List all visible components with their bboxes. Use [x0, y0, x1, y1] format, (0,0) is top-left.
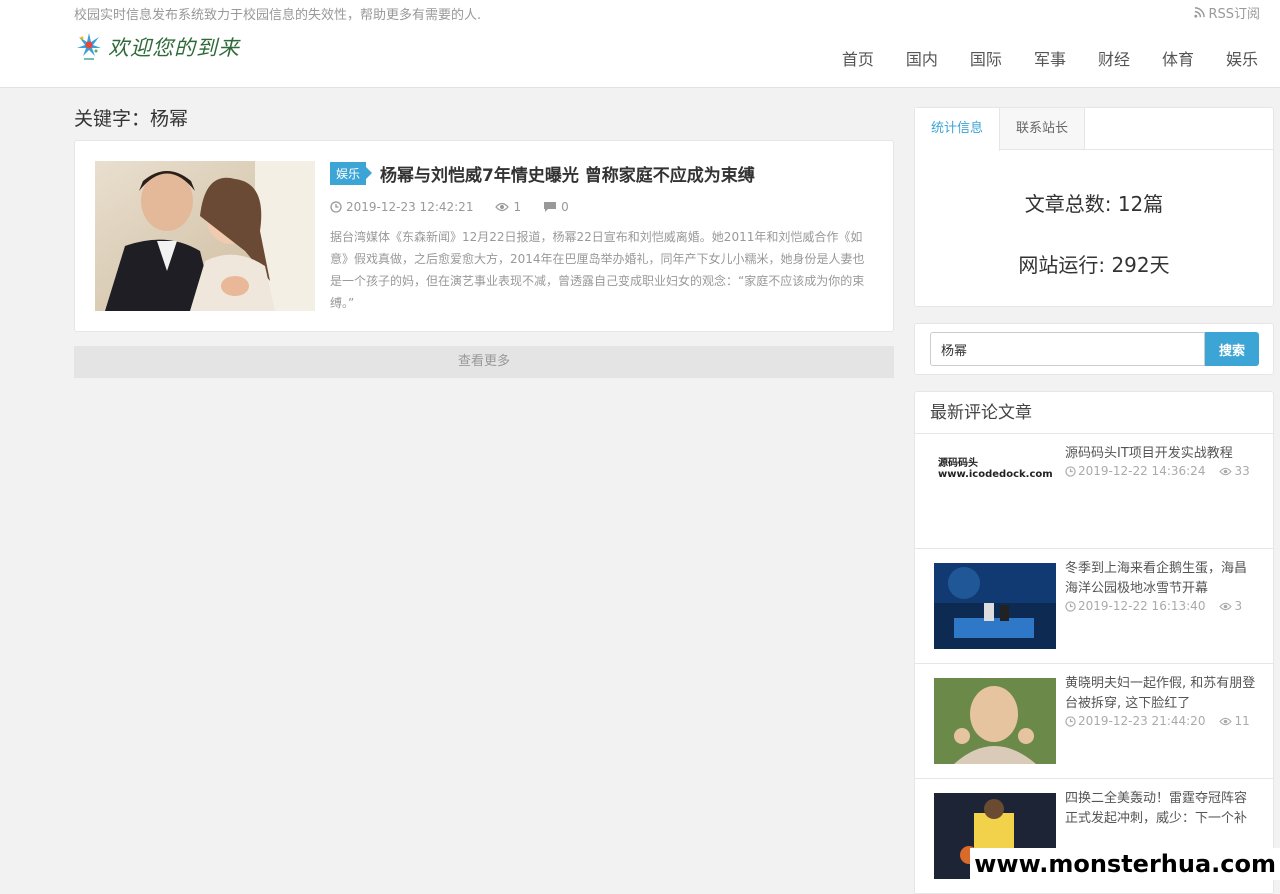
site-header: 校园实时信息发布系统致力于校园信息的失效性，帮助更多有需要的人. RSS订阅 欢…	[0, 0, 1280, 88]
recent-articles-title: 最新评论文章	[915, 392, 1273, 434]
eye-icon	[1219, 717, 1233, 725]
recent-views-count: 11	[1234, 714, 1250, 728]
recent-date: 2019-12-22 14:36:24	[1065, 464, 1205, 478]
sidebar: 统计信息 联系站长 文章总数: 12篇 网站运行: 292天 搜索 最新评论文章…	[914, 107, 1274, 894]
recent-date-text: 2019-12-22 16:13:40	[1078, 599, 1206, 613]
article-title-row: 娱乐 杨幂与刘恺威7年情史曝光 曾称家庭不应成为束缚	[330, 161, 873, 186]
rss-label: RSS订阅	[1208, 7, 1260, 22]
recent-title[interactable]: 黄晓明夫妇一起作假, 和苏有朋登台被拆穿, 这下脸红了	[1065, 674, 1258, 714]
recent-views: 33	[1219, 464, 1250, 478]
article-comments: 0	[543, 200, 569, 214]
recent-thumbnail[interactable]: 源码码头 www.icodedock.com	[934, 448, 1056, 534]
run-days: 网站运行: 292天	[1018, 253, 1170, 277]
article-date-text: 2019-12-23 12:42:21	[346, 200, 474, 214]
tab-statistics[interactable]: 统计信息	[915, 108, 1001, 151]
recent-date-text: 2019-12-23 21:44:20	[1078, 714, 1206, 728]
article-title[interactable]: 杨幂与刘恺威7年情史曝光 曾称家庭不应成为束缚	[380, 161, 755, 186]
stats-tabs: 统计信息 联系站长	[915, 108, 1273, 151]
list-item[interactable]: 源码码头 www.icodedock.com 源码码头IT项目开发实战教程 20…	[915, 434, 1273, 549]
recent-views-count: 33	[1234, 464, 1250, 478]
stats-panel: 统计信息 联系站长 文章总数: 12篇 网站运行: 292天	[914, 107, 1274, 307]
article-summary: 据台湾媒体《东森新闻》12月22日报道，杨幂22日宣布和刘恺威离婚。她2011年…	[330, 230, 865, 310]
nav-item-home[interactable]: 首页	[826, 46, 890, 70]
eye-icon	[1219, 467, 1233, 475]
nav-item-finance[interactable]: 财经	[1082, 46, 1146, 70]
recent-meta: 2019-12-22 16:13:40 3	[1065, 599, 1242, 613]
site-slogan: 校园实时信息发布系统致力于校园信息的失效性，帮助更多有需要的人.	[74, 8, 482, 23]
recent-meta: 2019-12-23 21:44:20 11	[1065, 714, 1250, 728]
thumb-caption-1: 源码码头	[938, 458, 978, 469]
nav-item-international[interactable]: 国际	[954, 46, 1018, 70]
site-logo[interactable]: 欢迎您的到来	[76, 32, 240, 62]
recent-date: 2019-12-22 16:13:40	[1065, 599, 1205, 613]
main-content: 关键字：杨幂 娱乐 杨幂与刘恺威7年情史曝光 曾称家庭不应成为束缚 2019-1…	[74, 106, 894, 378]
logo-text: 欢迎您的到来	[108, 36, 240, 60]
article-meta: 2019-12-23 12:42:21 1 0	[330, 200, 873, 214]
search-input[interactable]	[930, 332, 1205, 366]
eye-icon	[495, 202, 510, 212]
recent-articles-panel: 最新评论文章 源码码头 www.icodedock.com 源码码头IT项目开发…	[914, 391, 1274, 894]
article-card: 娱乐 杨幂与刘恺威7年情史曝光 曾称家庭不应成为束缚 2019-12-23 12…	[74, 140, 894, 332]
thumb-caption-2: www.icodedock.com	[938, 469, 1053, 480]
load-more-button[interactable]: 查看更多	[74, 346, 894, 378]
recent-title[interactable]: 源码码头IT项目开发实战教程	[1065, 444, 1258, 464]
list-item[interactable]: 黄晓明夫妇一起作假, 和苏有朋登台被拆穿, 这下脸红了 2019-12-23 2…	[915, 664, 1273, 779]
nav-item-entertainment[interactable]: 娱乐	[1210, 46, 1274, 70]
clock-icon	[330, 201, 342, 213]
recent-thumbnail[interactable]	[934, 563, 1056, 649]
eye-icon	[1219, 602, 1233, 610]
article-content: 娱乐 杨幂与刘恺威7年情史曝光 曾称家庭不应成为束缚 2019-12-23 12…	[330, 161, 873, 314]
recent-views: 3	[1219, 599, 1242, 613]
nav-item-domestic[interactable]: 国内	[890, 46, 954, 70]
rss-link[interactable]: RSS订阅	[1194, 3, 1260, 22]
article-views: 1	[495, 200, 521, 214]
article-thumbnail[interactable]	[95, 161, 315, 311]
recent-date: 2019-12-23 21:44:20	[1065, 714, 1205, 728]
article-comments-count: 0	[561, 200, 569, 214]
clock-icon	[1065, 465, 1076, 477]
list-item[interactable]: 冬季到上海来看企鹅生蛋，海昌海洋公园极地冰雪节开幕 2019-12-22 16:…	[915, 549, 1273, 664]
keyword-title: 关键字：杨幂	[74, 108, 189, 130]
recent-title[interactable]: 四换二全美轰动！雷霆夺冠阵容正式发起冲刺，威少：下一个补差转	[1065, 789, 1258, 829]
article-views-count: 1	[513, 200, 522, 214]
recent-views: 11	[1219, 714, 1250, 728]
article-date: 2019-12-23 12:42:21	[330, 200, 473, 214]
tab-contact[interactable]: 联系站长	[1000, 108, 1086, 149]
comment-icon	[544, 202, 557, 212]
recent-meta: 2019-12-22 14:36:24 33	[1065, 464, 1250, 478]
nav-item-sports[interactable]: 体育	[1146, 46, 1210, 70]
recent-title[interactable]: 冬季到上海来看企鹅生蛋，海昌海洋公园极地冰雪节开幕	[1065, 559, 1258, 599]
recent-thumbnail[interactable]	[934, 678, 1056, 764]
category-tag[interactable]: 娱乐	[330, 162, 373, 185]
watermark: www.monsterhua.com	[970, 848, 1280, 880]
clock-icon	[1065, 715, 1076, 727]
article-count: 文章总数: 12篇	[1024, 192, 1164, 216]
search-panel: 搜索	[914, 323, 1274, 375]
main-nav: 首页 国内 国际 军事 财经 体育 娱乐	[826, 46, 1274, 70]
stats-content: 文章总数: 12篇 网站运行: 292天	[915, 150, 1273, 306]
nav-item-military[interactable]: 军事	[1018, 46, 1082, 70]
recent-views-count: 3	[1234, 599, 1243, 613]
logo-star-icon	[77, 33, 101, 60]
recent-date-text: 2019-12-22 14:36:24	[1078, 464, 1206, 478]
search-button[interactable]: 搜索	[1205, 332, 1259, 366]
rss-icon	[1194, 7, 1206, 18]
clock-icon	[1065, 600, 1076, 612]
